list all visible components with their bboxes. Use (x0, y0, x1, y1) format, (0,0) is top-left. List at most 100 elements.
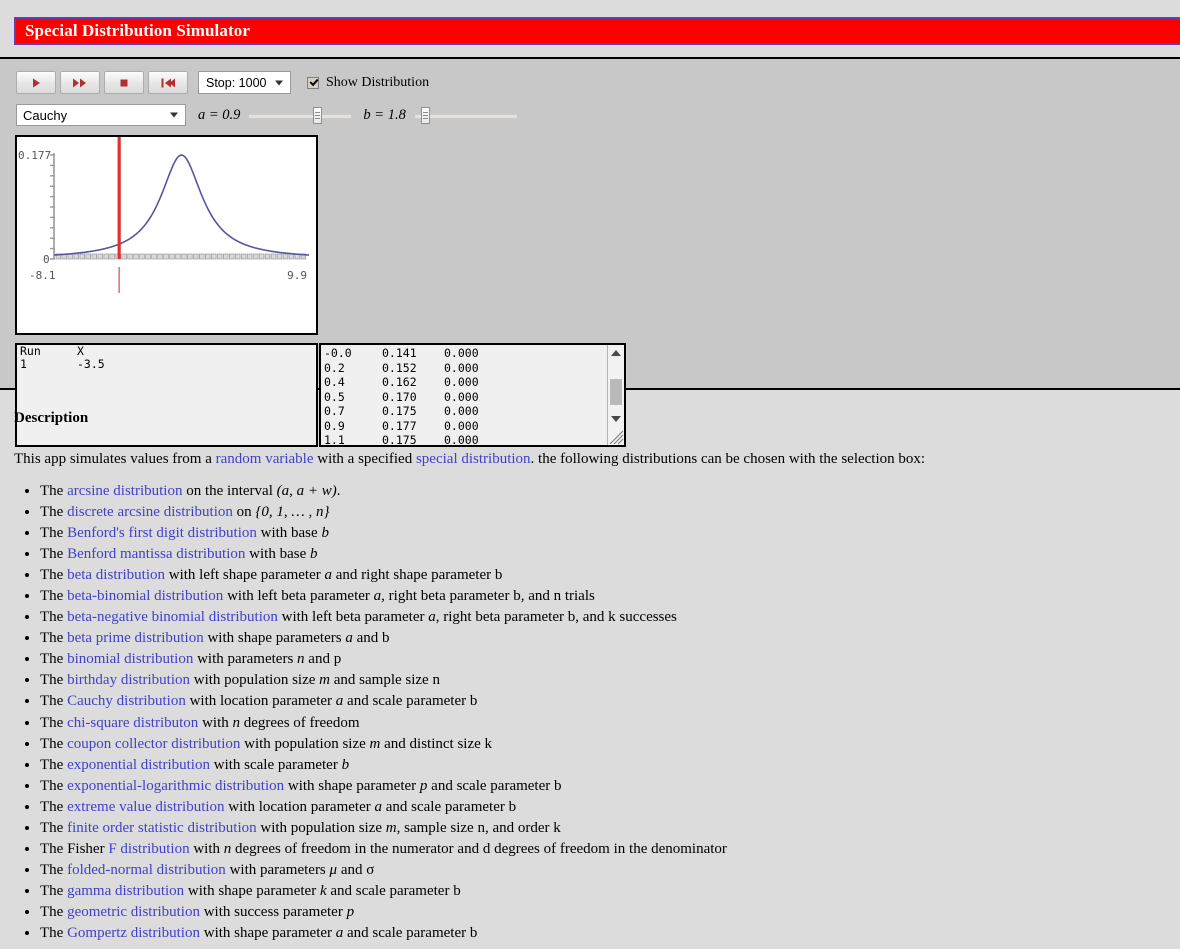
distribution-link[interactable]: F distribution (108, 841, 189, 857)
math-symbol: b (321, 524, 329, 541)
distribution-link[interactable]: binomial distribution (67, 651, 193, 667)
show-distribution-checkbox[interactable] (307, 76, 319, 89)
simulation-toolbar: Stop: 1000 Show Distribution (16, 71, 429, 94)
text: with parameters (193, 651, 298, 668)
distribution-link[interactable]: exponential-logarithmic distribution (67, 778, 284, 794)
cell: 0.141 (382, 346, 417, 360)
chevron-down-icon (170, 112, 178, 118)
stop-select[interactable]: Stop: 1000 (198, 71, 291, 94)
text: with shape parameter (284, 777, 420, 794)
parameter-a-slider[interactable] (249, 105, 352, 125)
list-item: The Cauchy distribution with location pa… (40, 691, 1180, 712)
list-item: The Benford's first digit distribution w… (40, 523, 1180, 544)
fast-forward-button[interactable] (60, 71, 100, 94)
text: and scale parameter b (343, 693, 478, 710)
show-distribution-control[interactable]: Show Distribution (307, 75, 429, 91)
fast-forward-icon (73, 78, 86, 87)
stop-icon (120, 79, 128, 86)
text: and scale parameter b (427, 777, 562, 794)
math-symbol: k (319, 883, 327, 900)
distribution-link[interactable]: Benford's first digit distribution (67, 525, 257, 541)
axis-tick-label: 9.9 (287, 269, 307, 282)
list-item: The beta-negative binomial distribution … (40, 607, 1180, 628)
distribution-link[interactable]: beta-binomial distribution (67, 588, 223, 604)
distribution-link[interactable]: Cauchy distribution (67, 693, 186, 709)
cell: 0.000 (444, 375, 479, 390)
scroll-up-button[interactable] (608, 345, 624, 361)
link-random-variable[interactable]: random variable (216, 451, 314, 467)
distribution-link[interactable]: coupon collector distribution (67, 736, 240, 752)
parameter-b-slider[interactable] (414, 105, 517, 125)
text: degrees of freedom (239, 714, 360, 731)
distribution-link[interactable]: folded-normal distribution (67, 862, 226, 878)
list-item: The discrete arcsine distribution on {0,… (40, 502, 1180, 523)
distribution-link[interactable]: Benford mantissa distribution (67, 546, 245, 562)
histogram-bin-band (55, 253, 307, 260)
text: with shape parameter (184, 883, 320, 900)
distribution-link[interactable]: beta-negative binomial distribution (67, 609, 278, 625)
text: and right shape parameter b (332, 566, 503, 583)
link-special-distribution[interactable]: special distribution (416, 451, 531, 467)
list-item: The extreme value distribution with loca… (40, 797, 1180, 818)
math-symbol: a (345, 630, 353, 647)
text: and scale parameter b (343, 925, 478, 942)
list-item: The gamma distribution with shape parame… (40, 881, 1180, 902)
stop-button[interactable] (104, 71, 144, 94)
text: and b (352, 630, 390, 647)
distribution-link[interactable]: discrete arcsine distribution (67, 504, 233, 520)
text: with (189, 841, 224, 858)
stop-select-label: Stop: 1000 (206, 75, 267, 90)
text: with success parameter (199, 904, 347, 921)
distribution-link[interactable]: geometric distribution (67, 904, 200, 920)
text: The Fisher (40, 841, 109, 858)
list-item: The beta prime distribution with shape p… (40, 628, 1180, 649)
text: and distinct size k (380, 735, 493, 752)
text: , right beta parameter b, and k successe… (435, 609, 677, 626)
list-item: The Gompertz distribution with shape par… (40, 923, 1180, 944)
text: with (198, 714, 233, 731)
cell: Run (20, 344, 41, 358)
text: with population size (256, 820, 386, 836)
text: and sample size n (330, 672, 440, 689)
distribution-link[interactable]: chi-square distributon (67, 715, 198, 731)
list-item: The exponential distribution with scale … (40, 755, 1180, 776)
text: . (336, 482, 341, 499)
text: with scale parameter (209, 756, 342, 773)
distribution-link[interactable]: beta distribution (67, 567, 165, 583)
distribution-link[interactable]: birthday distribution (67, 672, 190, 688)
text: and p (304, 651, 342, 668)
text: The (40, 820, 68, 836)
list-item: The Benford mantissa distribution with b… (40, 544, 1180, 565)
text: degrees of freedom in the numerator and … (231, 841, 727, 858)
distribution-link[interactable]: gamma distribution (67, 883, 184, 899)
text: with population size (190, 672, 320, 689)
table-row: -0.0 0.141 0.000 (324, 346, 608, 361)
distribution-chart[interactable]: 0.177 0 -8.1 9.9 (15, 135, 318, 335)
axis-tick-label: 0.177 (18, 149, 51, 162)
distribution-link[interactable]: extreme value distribution (67, 799, 224, 815)
play-button[interactable] (16, 71, 56, 94)
distribution-link[interactable]: beta prime distribution (67, 630, 204, 646)
text: with base (245, 545, 310, 562)
math-symbol: a (324, 566, 333, 583)
list-item: The exponential-logarithmic distribution… (40, 776, 1180, 797)
text: and σ (337, 862, 375, 879)
distribution-link[interactable]: exponential distribution (67, 757, 210, 773)
text: on the interval (182, 482, 277, 499)
list-item: The binomial distribution with parameter… (40, 649, 1180, 670)
description-intro: This app simulates values from a random … (0, 427, 1180, 468)
text: and scale parameter b (326, 883, 461, 900)
reset-button[interactable] (148, 71, 188, 94)
slider-thumb[interactable] (420, 107, 430, 124)
text: The (40, 777, 68, 794)
list-item: The beta distribution with left shape pa… (40, 565, 1180, 586)
distribution-link[interactable]: arcsine distribution (67, 483, 182, 499)
slider-thumb[interactable] (312, 107, 322, 124)
cell: 0.000 (444, 360, 479, 375)
distribution-select[interactable]: Cauchy (16, 104, 186, 126)
parameter-a-label: a = 0.9 (198, 106, 241, 123)
text: The (40, 925, 68, 942)
math-symbol: m (385, 820, 397, 836)
distribution-link[interactable]: Gompertz distribution (67, 925, 200, 941)
distribution-link[interactable]: finite order statistic distribution (67, 820, 257, 836)
